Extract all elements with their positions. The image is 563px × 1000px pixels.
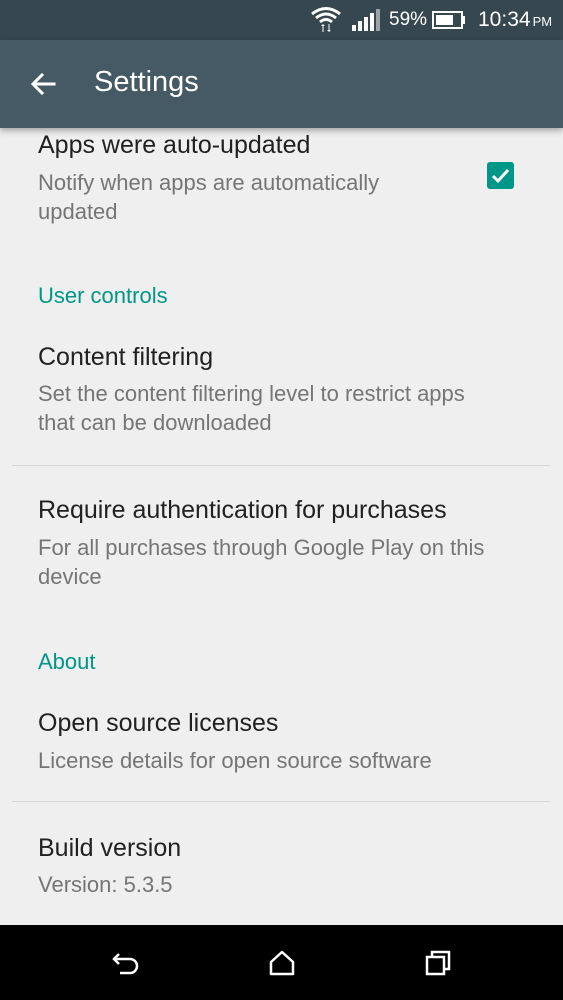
recent-apps-nav-icon[interactable] (422, 947, 454, 979)
setting-content-filtering[interactable]: Content filtering Set the content filter… (0, 328, 563, 465)
setting-title: Content filtering (38, 343, 214, 371)
battery-icon (432, 11, 465, 29)
signal-icon (352, 9, 380, 31)
navigation-bar (0, 925, 563, 1000)
setting-subtitle: License details for open source software (38, 748, 432, 773)
auto-updated-checkbox[interactable] (487, 162, 514, 189)
section-header-about: About (38, 649, 96, 674)
clock-time: 10:34 (478, 8, 531, 31)
setting-open-source-licenses[interactable]: Open source licenses License details for… (0, 693, 563, 801)
setting-title: Apps were auto-updated (38, 131, 311, 159)
back-arrow-icon[interactable] (28, 68, 60, 100)
home-nav-icon[interactable] (266, 947, 298, 979)
check-icon (491, 168, 510, 184)
setting-subtitle: Set the content filtering level to restr… (38, 381, 465, 435)
setting-subtitle: Version: 5.3.5 (38, 872, 173, 897)
toolbar: Settings (0, 40, 563, 128)
setting-subtitle: For all purchases through Google Play on… (38, 535, 485, 589)
setting-build-version[interactable]: Build version Version: 5.3.5 (0, 802, 563, 922)
setting-title: Build version (38, 834, 182, 862)
setting-auto-updated[interactable]: Apps were auto-updated Notify when apps … (0, 128, 563, 238)
setting-title: Open source licenses (38, 709, 279, 737)
settings-list: Apps were auto-updated Notify when apps … (0, 128, 563, 925)
setting-subtitle: Notify when apps are automatically updat… (38, 170, 380, 224)
clock-ampm: PM (532, 14, 553, 29)
setting-title: Require authentication for purchases (38, 496, 447, 524)
section-header-user-controls: User controls (38, 283, 168, 308)
battery-percent: 59% (389, 9, 428, 30)
wifi-icon (311, 7, 341, 32)
back-nav-icon[interactable] (110, 947, 142, 979)
status-bar: 59% 10:34 PM (0, 0, 563, 40)
page-title: Settings (94, 66, 199, 98)
clock: 10:34 PM (478, 8, 552, 32)
setting-require-authentication[interactable]: Require authentication for purchases For… (0, 466, 563, 601)
